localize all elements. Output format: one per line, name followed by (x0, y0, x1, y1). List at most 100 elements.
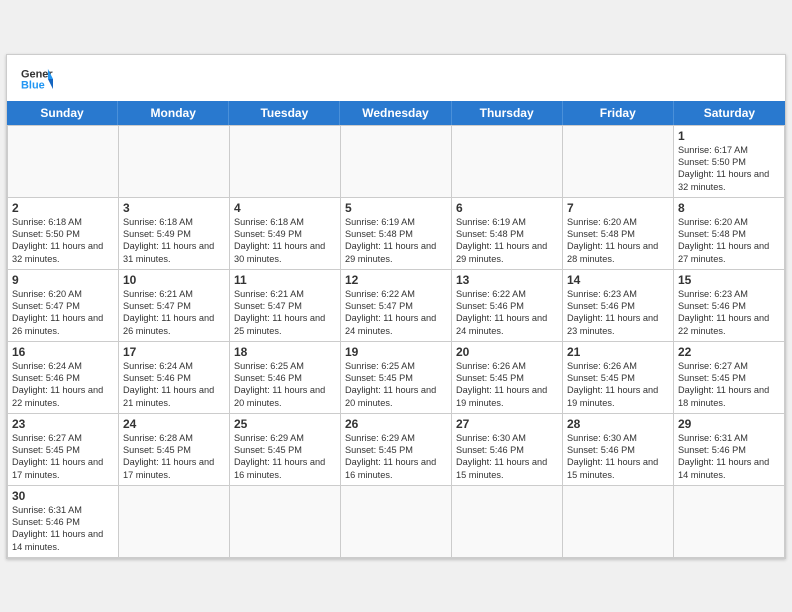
cell-info: Sunrise: 6:21 AMSunset: 5:47 PMDaylight:… (234, 288, 336, 338)
empty-cell (8, 126, 119, 198)
cell-info: Sunrise: 6:30 AMSunset: 5:46 PMDaylight:… (456, 432, 558, 482)
empty-cell (452, 126, 563, 198)
calendar-container: General Blue SundayMondayTuesdayWednesda… (6, 54, 786, 559)
day-cell-19: 19Sunrise: 6:25 AMSunset: 5:45 PMDayligh… (341, 342, 452, 414)
cell-info: Sunrise: 6:20 AMSunset: 5:47 PMDaylight:… (12, 288, 114, 338)
calendar-header: General Blue (7, 55, 785, 101)
day-cell-15: 15Sunrise: 6:23 AMSunset: 5:46 PMDayligh… (674, 270, 785, 342)
empty-cell (119, 486, 230, 558)
day-cell-8: 8Sunrise: 6:20 AMSunset: 5:48 PMDaylight… (674, 198, 785, 270)
day-number: 13 (456, 273, 558, 287)
day-number: 11 (234, 273, 336, 287)
empty-cell (341, 486, 452, 558)
day-number: 22 (678, 345, 780, 359)
cell-info: Sunrise: 6:18 AMSunset: 5:50 PMDaylight:… (12, 216, 114, 266)
day-number: 6 (456, 201, 558, 215)
cell-info: Sunrise: 6:25 AMSunset: 5:46 PMDaylight:… (234, 360, 336, 410)
cell-info: Sunrise: 6:26 AMSunset: 5:45 PMDaylight:… (456, 360, 558, 410)
day-headers: SundayMondayTuesdayWednesdayThursdayFrid… (7, 101, 785, 125)
day-number: 12 (345, 273, 447, 287)
day-cell-18: 18Sunrise: 6:25 AMSunset: 5:46 PMDayligh… (230, 342, 341, 414)
day-cell-4: 4Sunrise: 6:18 AMSunset: 5:49 PMDaylight… (230, 198, 341, 270)
day-cell-10: 10Sunrise: 6:21 AMSunset: 5:47 PMDayligh… (119, 270, 230, 342)
cell-info: Sunrise: 6:23 AMSunset: 5:46 PMDaylight:… (567, 288, 669, 338)
day-number: 30 (12, 489, 114, 503)
cell-info: Sunrise: 6:19 AMSunset: 5:48 PMDaylight:… (456, 216, 558, 266)
empty-cell (230, 126, 341, 198)
day-cell-1: 1Sunrise: 6:17 AMSunset: 5:50 PMDaylight… (674, 126, 785, 198)
empty-cell (230, 486, 341, 558)
cell-info: Sunrise: 6:22 AMSunset: 5:46 PMDaylight:… (456, 288, 558, 338)
day-cell-11: 11Sunrise: 6:21 AMSunset: 5:47 PMDayligh… (230, 270, 341, 342)
day-cell-30: 30Sunrise: 6:31 AMSunset: 5:46 PMDayligh… (8, 486, 119, 558)
cell-info: Sunrise: 6:27 AMSunset: 5:45 PMDaylight:… (12, 432, 114, 482)
cell-info: Sunrise: 6:20 AMSunset: 5:48 PMDaylight:… (678, 216, 780, 266)
cell-info: Sunrise: 6:24 AMSunset: 5:46 PMDaylight:… (12, 360, 114, 410)
day-cell-23: 23Sunrise: 6:27 AMSunset: 5:45 PMDayligh… (8, 414, 119, 486)
logo-icon: General Blue (21, 65, 53, 93)
day-number: 5 (345, 201, 447, 215)
day-header-thursday: Thursday (452, 101, 563, 125)
day-number: 16 (12, 345, 114, 359)
day-cell-27: 27Sunrise: 6:30 AMSunset: 5:46 PMDayligh… (452, 414, 563, 486)
day-number: 29 (678, 417, 780, 431)
day-number: 1 (678, 129, 780, 143)
day-number: 3 (123, 201, 225, 215)
day-cell-28: 28Sunrise: 6:30 AMSunset: 5:46 PMDayligh… (563, 414, 674, 486)
day-cell-7: 7Sunrise: 6:20 AMSunset: 5:48 PMDaylight… (563, 198, 674, 270)
empty-cell (119, 126, 230, 198)
cell-info: Sunrise: 6:18 AMSunset: 5:49 PMDaylight:… (123, 216, 225, 266)
day-number: 2 (12, 201, 114, 215)
cell-info: Sunrise: 6:25 AMSunset: 5:45 PMDaylight:… (345, 360, 447, 410)
day-cell-12: 12Sunrise: 6:22 AMSunset: 5:47 PMDayligh… (341, 270, 452, 342)
cell-info: Sunrise: 6:20 AMSunset: 5:48 PMDaylight:… (567, 216, 669, 266)
day-number: 27 (456, 417, 558, 431)
day-cell-5: 5Sunrise: 6:19 AMSunset: 5:48 PMDaylight… (341, 198, 452, 270)
day-number: 19 (345, 345, 447, 359)
day-number: 7 (567, 201, 669, 215)
day-number: 15 (678, 273, 780, 287)
day-number: 17 (123, 345, 225, 359)
day-number: 26 (345, 417, 447, 431)
day-cell-16: 16Sunrise: 6:24 AMSunset: 5:46 PMDayligh… (8, 342, 119, 414)
cell-info: Sunrise: 6:29 AMSunset: 5:45 PMDaylight:… (234, 432, 336, 482)
empty-cell (563, 486, 674, 558)
day-cell-9: 9Sunrise: 6:20 AMSunset: 5:47 PMDaylight… (8, 270, 119, 342)
svg-text:Blue: Blue (21, 79, 45, 91)
cell-info: Sunrise: 6:29 AMSunset: 5:45 PMDaylight:… (345, 432, 447, 482)
cell-info: Sunrise: 6:31 AMSunset: 5:46 PMDaylight:… (12, 504, 114, 554)
cell-info: Sunrise: 6:21 AMSunset: 5:47 PMDaylight:… (123, 288, 225, 338)
day-cell-14: 14Sunrise: 6:23 AMSunset: 5:46 PMDayligh… (563, 270, 674, 342)
day-number: 20 (456, 345, 558, 359)
day-cell-6: 6Sunrise: 6:19 AMSunset: 5:48 PMDaylight… (452, 198, 563, 270)
day-cell-24: 24Sunrise: 6:28 AMSunset: 5:45 PMDayligh… (119, 414, 230, 486)
day-cell-20: 20Sunrise: 6:26 AMSunset: 5:45 PMDayligh… (452, 342, 563, 414)
day-number: 14 (567, 273, 669, 287)
day-number: 18 (234, 345, 336, 359)
day-number: 4 (234, 201, 336, 215)
empty-cell (674, 486, 785, 558)
day-cell-25: 25Sunrise: 6:29 AMSunset: 5:45 PMDayligh… (230, 414, 341, 486)
logo: General Blue (21, 65, 53, 93)
cell-info: Sunrise: 6:31 AMSunset: 5:46 PMDaylight:… (678, 432, 780, 482)
day-cell-2: 2Sunrise: 6:18 AMSunset: 5:50 PMDaylight… (8, 198, 119, 270)
day-header-saturday: Saturday (674, 101, 785, 125)
cell-info: Sunrise: 6:26 AMSunset: 5:45 PMDaylight:… (567, 360, 669, 410)
day-cell-13: 13Sunrise: 6:22 AMSunset: 5:46 PMDayligh… (452, 270, 563, 342)
cell-info: Sunrise: 6:17 AMSunset: 5:50 PMDaylight:… (678, 144, 780, 194)
cell-info: Sunrise: 6:19 AMSunset: 5:48 PMDaylight:… (345, 216, 447, 266)
day-number: 25 (234, 417, 336, 431)
day-cell-3: 3Sunrise: 6:18 AMSunset: 5:49 PMDaylight… (119, 198, 230, 270)
day-number: 23 (12, 417, 114, 431)
day-number: 21 (567, 345, 669, 359)
cell-info: Sunrise: 6:18 AMSunset: 5:49 PMDaylight:… (234, 216, 336, 266)
cell-info: Sunrise: 6:28 AMSunset: 5:45 PMDaylight:… (123, 432, 225, 482)
empty-cell (563, 126, 674, 198)
day-header-friday: Friday (563, 101, 674, 125)
day-cell-21: 21Sunrise: 6:26 AMSunset: 5:45 PMDayligh… (563, 342, 674, 414)
calendar-grid: 1Sunrise: 6:17 AMSunset: 5:50 PMDaylight… (7, 125, 785, 558)
day-number: 28 (567, 417, 669, 431)
day-number: 8 (678, 201, 780, 215)
cell-info: Sunrise: 6:30 AMSunset: 5:46 PMDaylight:… (567, 432, 669, 482)
day-cell-26: 26Sunrise: 6:29 AMSunset: 5:45 PMDayligh… (341, 414, 452, 486)
